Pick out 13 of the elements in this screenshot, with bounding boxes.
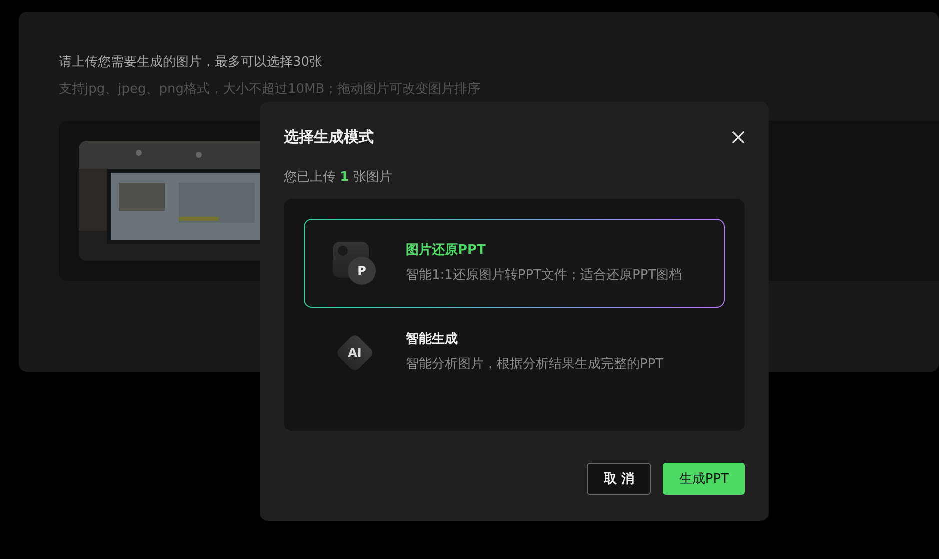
dialog-title: 选择生成模式 xyxy=(284,127,374,148)
option-description: 智能分析图片，根据分析结果生成完整的PPT xyxy=(406,356,664,374)
option-title: 图片还原PPT xyxy=(406,242,487,260)
cancel-button[interactable]: 取 消 xyxy=(586,463,652,495)
upload-title: 请上传您需要生成的图片，最多可以选择30张 xyxy=(59,54,324,72)
close-icon[interactable] xyxy=(732,130,745,144)
mode-option[interactable]: AI 智能生成 智能分析图片，根据分析结果生成完整的PPT xyxy=(304,308,725,397)
upload-count-text: 您已上传 1 张图片 xyxy=(284,169,394,187)
mode-option[interactable]: P 图片还原PPT 智能1:1还原图片转PPT文件；适合还原PPT图档 xyxy=(304,219,725,308)
generate-button[interactable]: 生成PPT xyxy=(663,463,745,495)
upload-hint: 支持jpg、jpeg、png格式，大小不超过10MB；拖动图片可改变图片排序 xyxy=(59,81,482,99)
option-title: 智能生成 xyxy=(406,331,459,349)
option-description: 智能1:1还原图片转PPT文件；适合还原PPT图档 xyxy=(406,267,682,285)
